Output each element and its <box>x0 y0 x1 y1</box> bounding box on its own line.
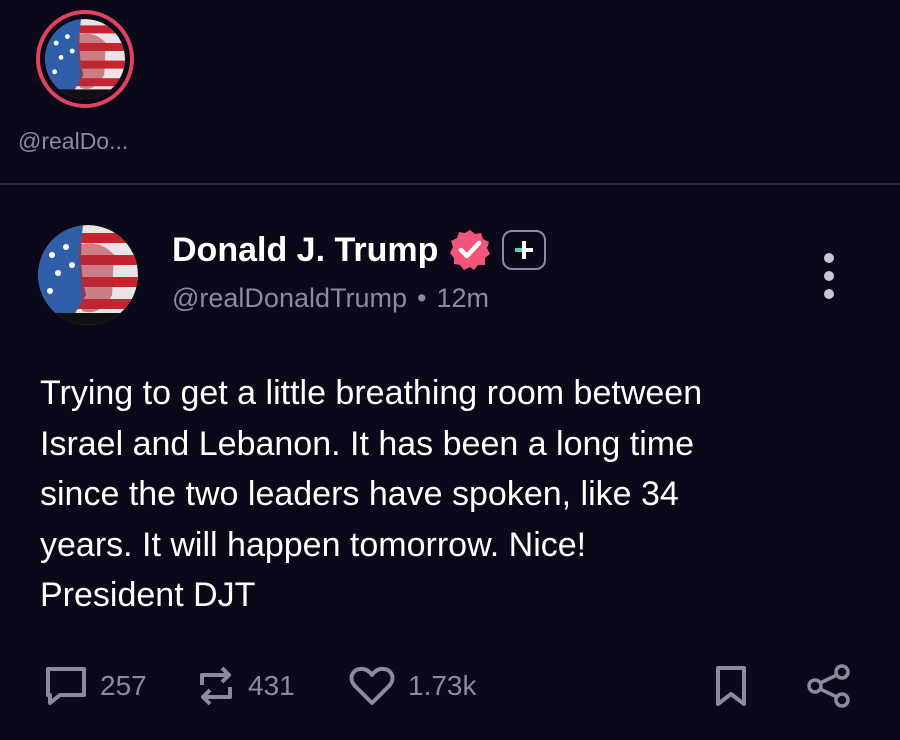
reply-count: 257 <box>100 670 147 701</box>
bookmark-icon <box>716 666 746 706</box>
reply-icon <box>46 667 86 705</box>
repost-icon <box>200 666 232 706</box>
more-options-icon[interactable] <box>815 253 843 299</box>
verified-badge-icon <box>450 230 491 270</box>
reply-button[interactable]: 257 <box>44 660 147 712</box>
like-icon <box>349 666 395 705</box>
post-meta: @realDonaldTrump • 12m <box>172 283 489 314</box>
plus-badge-icon <box>502 230 547 270</box>
author-name[interactable]: Donald J. Trump <box>172 231 438 270</box>
bookmark-button[interactable] <box>714 660 748 712</box>
repost-button[interactable]: 431 <box>196 660 295 712</box>
story-avatar[interactable] <box>36 10 134 108</box>
post-time[interactable]: 12m <box>436 283 489 314</box>
post-avatar[interactable] <box>38 225 138 325</box>
avatar <box>38 225 138 325</box>
author-handle[interactable]: @realDonaldTrump <box>172 283 407 314</box>
meta-separator: • <box>417 283 427 313</box>
share-button[interactable] <box>806 660 852 712</box>
like-count: 1.73k <box>408 670 477 701</box>
story-handle[interactable]: @realDo... <box>18 128 128 155</box>
divider <box>0 183 900 185</box>
post-body: Trying to get a little breathing room be… <box>40 374 703 614</box>
avatar <box>45 19 125 99</box>
repost-count: 431 <box>248 670 295 701</box>
like-button[interactable]: 1.73k <box>348 660 477 712</box>
share-icon <box>807 664 850 708</box>
action-bar: 257 431 1.73k <box>0 660 900 712</box>
post-header: Donald J. Trump <box>172 228 547 272</box>
